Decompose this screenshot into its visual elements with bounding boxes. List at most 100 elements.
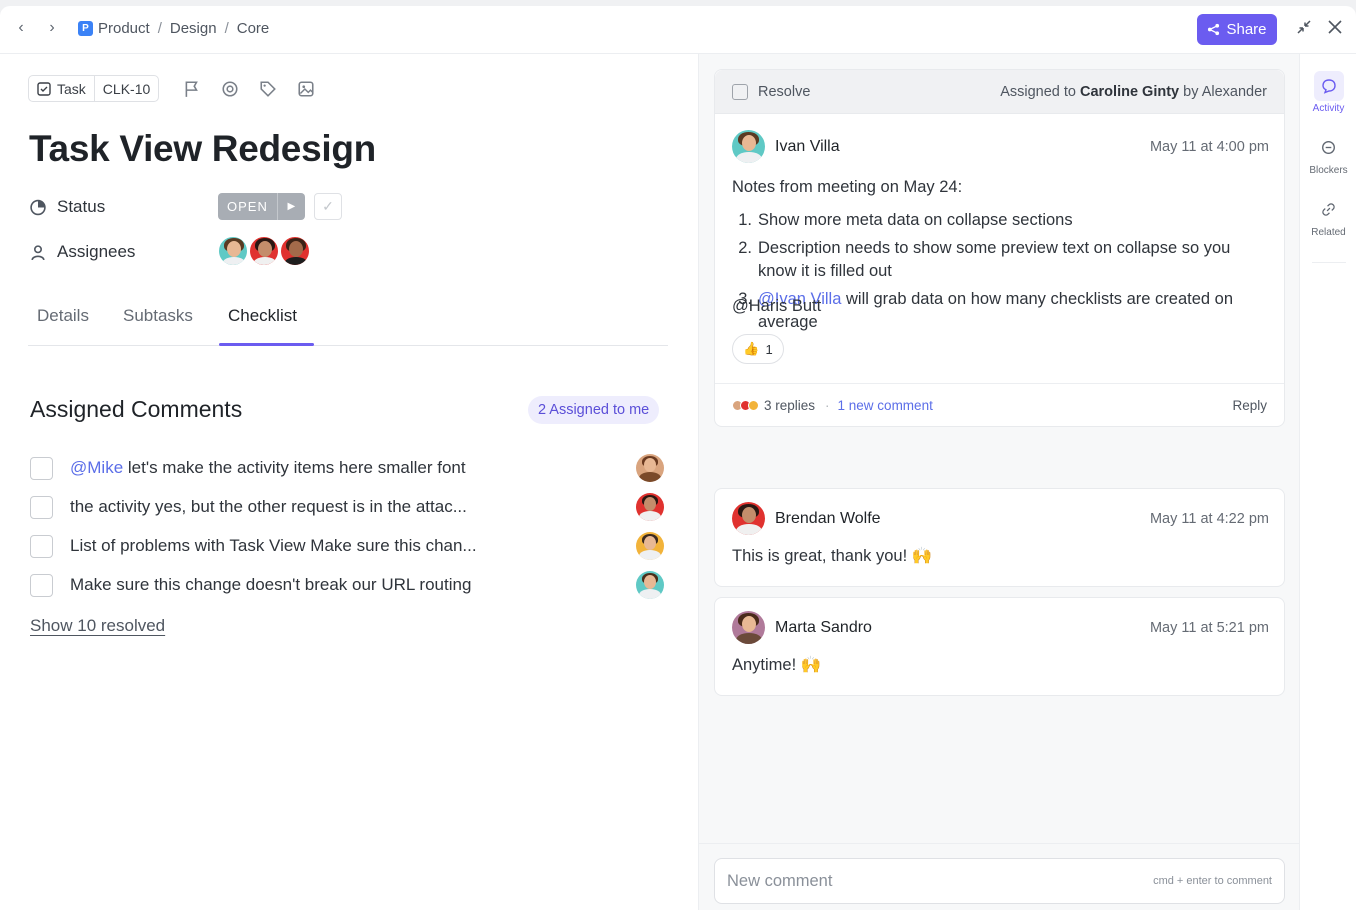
show-resolved-link[interactable]: Show 10 resolved: [30, 616, 165, 636]
assigned-by-prefix: by: [1183, 83, 1199, 100]
tab-checklist[interactable]: Checklist: [228, 306, 297, 326]
complete-checkmark-icon[interactable]: ✓: [314, 193, 342, 220]
mention[interactable]: @Mike: [70, 458, 123, 477]
comment-author[interactable]: Ivan Villa: [775, 138, 840, 156]
person-icon: [31, 244, 45, 260]
avatar[interactable]: [636, 532, 664, 560]
comment-timestamp: May 11 at 4:00 pm: [1149, 138, 1269, 155]
comment-header: Brendan Wolfe May 11 at 4:22 pm: [732, 502, 1269, 535]
chevron-right-icon[interactable]: ▶: [276, 193, 305, 220]
divider: [699, 843, 1300, 844]
new-comment-link[interactable]: 1 new comment: [838, 398, 933, 413]
assignment-info: Assigned to Caroline Ginty by Alexander: [1000, 84, 1267, 100]
active-tab-indicator: [219, 343, 314, 346]
task-id[interactable]: CLK-10: [93, 76, 158, 101]
breadcrumb-product[interactable]: Product: [98, 20, 150, 37]
chevron-right-icon[interactable]: ›: [43, 19, 61, 37]
chat-bubble-icon: [1313, 71, 1344, 101]
resolve-label[interactable]: Resolve: [758, 84, 810, 100]
resolve-checkbox[interactable]: [732, 83, 748, 100]
list-number: 2.: [738, 239, 752, 257]
list-item[interactable]: @Mike let's make the activity items here…: [30, 454, 664, 482]
status-label: Status: [57, 197, 106, 216]
avatar[interactable]: [732, 611, 765, 644]
avatar[interactable]: [636, 454, 664, 482]
breadcrumb-separator: /: [224, 20, 229, 37]
activity-panel: Resolve Assigned to Caroline Ginty by Al…: [698, 54, 1300, 910]
comment-author[interactable]: Brendan Wolfe: [775, 510, 881, 528]
task-tabs: Details Subtasks Checklist: [28, 294, 668, 346]
comment-text[interactable]: @Mike let's make the activity items here…: [70, 458, 636, 478]
comment-body: Anytime! 🙌: [732, 656, 822, 674]
list-item[interactable]: List of problems with Task View Make sur…: [30, 532, 664, 560]
comment-card: Marta Sandro May 11 at 5:21 pm Anytime! …: [714, 597, 1285, 696]
tab-subtasks[interactable]: Subtasks: [123, 306, 193, 326]
comment-intro: Notes from meeting on May 24:: [732, 178, 963, 196]
assignee-avatars[interactable]: [217, 235, 311, 267]
status-dropdown[interactable]: OPEN ▶: [218, 193, 305, 220]
rail-label: Blockers: [1309, 165, 1348, 176]
list-item[interactable]: Make sure this change doesn't break our …: [30, 571, 664, 599]
checkbox[interactable]: [30, 456, 53, 480]
rail-item-activity[interactable]: Activity: [1300, 71, 1356, 114]
checkbox-icon: [37, 81, 51, 96]
assignees-label: Assignees: [57, 242, 136, 261]
task-type-chip[interactable]: Task CLK-10: [28, 75, 160, 102]
breadcrumb-design[interactable]: Design: [170, 20, 217, 37]
image-icon[interactable]: [297, 80, 315, 98]
avatar[interactable]: [279, 235, 311, 267]
avatar[interactable]: [217, 235, 249, 267]
assigned-by[interactable]: Alexander: [1202, 84, 1267, 100]
comment-text[interactable]: the activity yes, but the other request …: [70, 497, 636, 517]
avatar[interactable]: [636, 493, 664, 521]
checkbox[interactable]: [30, 534, 53, 558]
reaction-button[interactable]: 👍 1: [732, 334, 784, 364]
checkbox[interactable]: [30, 495, 53, 519]
divider: [1312, 262, 1346, 263]
checkbox[interactable]: [30, 573, 53, 597]
close-icon[interactable]: [1327, 19, 1343, 35]
list-item[interactable]: the activity yes, but the other request …: [30, 493, 664, 521]
avatar[interactable]: [732, 502, 765, 535]
list-item: 2. Description needs to show some preview…: [732, 237, 1272, 283]
task-window: ‹ › P Product / Design / Core Share Task…: [0, 6, 1356, 910]
assigned-to[interactable]: Caroline Ginty: [1080, 84, 1179, 100]
reply-button[interactable]: Reply: [1232, 398, 1267, 413]
minus-circle-icon: [1314, 133, 1344, 163]
share-label: Share: [1226, 21, 1267, 38]
collapse-icon[interactable]: [1296, 19, 1312, 35]
task-toolbar: Task CLK-10: [28, 75, 315, 102]
avatar[interactable]: [636, 571, 664, 599]
chevron-left-icon[interactable]: ‹: [12, 19, 30, 37]
replies-count[interactable]: 3 replies: [764, 398, 815, 413]
list-number: 1.: [738, 211, 752, 229]
flag-icon[interactable]: [183, 80, 201, 98]
comment-timestamp: May 11 at 4:22 pm: [1149, 510, 1269, 527]
list-text: Description needs to show some preview t…: [758, 239, 1231, 280]
comment-text[interactable]: List of problems with Task View Make sur…: [70, 536, 636, 556]
comment-header: Marta Sandro May 11 at 5:21 pm: [732, 611, 1269, 644]
comment-text[interactable]: Make sure this change doesn't break our …: [70, 575, 636, 595]
status-value[interactable]: OPEN: [218, 193, 277, 220]
rail-label: Related: [1311, 227, 1346, 238]
new-comment-input[interactable]: New comment cmd + enter to comment: [714, 858, 1285, 904]
avatar[interactable]: [248, 235, 280, 267]
resolve-bar: Resolve Assigned to Caroline Ginty by Al…: [715, 70, 1284, 114]
rail-item-related[interactable]: Related: [1300, 195, 1356, 238]
share-button[interactable]: Share: [1197, 14, 1277, 45]
top-bar: ‹ › P Product / Design / Core Share: [0, 6, 1356, 54]
reply-avatars: [732, 400, 759, 411]
settings-icon[interactable]: [221, 80, 239, 98]
mention[interactable]: @Haris Butt: [732, 295, 821, 318]
separator: ·: [825, 398, 830, 413]
tab-details[interactable]: Details: [37, 306, 89, 326]
tag-icon[interactable]: [259, 80, 277, 98]
comment-placeholder[interactable]: New comment: [727, 872, 832, 891]
rail-item-blockers[interactable]: Blockers: [1300, 133, 1356, 176]
assigned-to-me-badge[interactable]: 2 Assigned to me: [528, 396, 660, 424]
comment-author[interactable]: Marta Sandro: [775, 619, 872, 637]
task-title[interactable]: Task View Redesign: [29, 128, 376, 170]
avatar[interactable]: [732, 130, 765, 163]
breadcrumb-core[interactable]: Core: [237, 20, 270, 37]
thread-footer: 3 replies · 1 new comment Reply: [715, 383, 1284, 427]
